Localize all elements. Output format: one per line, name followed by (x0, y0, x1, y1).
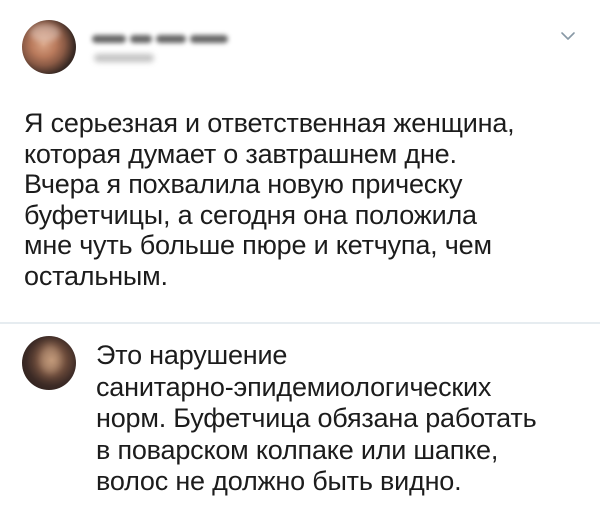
reply-avatar[interactable] (22, 336, 76, 390)
chevron-down-icon[interactable] (560, 30, 576, 42)
avatar[interactable] (22, 20, 76, 74)
tweet-text: Я серьезная и ответственная женщина, кот… (24, 108, 515, 291)
tweet: Я серьезная и ответственная женщина, кот… (0, 0, 600, 322)
author-handle-blurred (94, 54, 154, 62)
author-name-blurred[interactable] (92, 30, 252, 43)
reply-text: Это нарушение санитарно-эпидемиологическ… (96, 340, 537, 496)
reply: Это нарушение санитарно-эпидемиологическ… (0, 324, 600, 522)
